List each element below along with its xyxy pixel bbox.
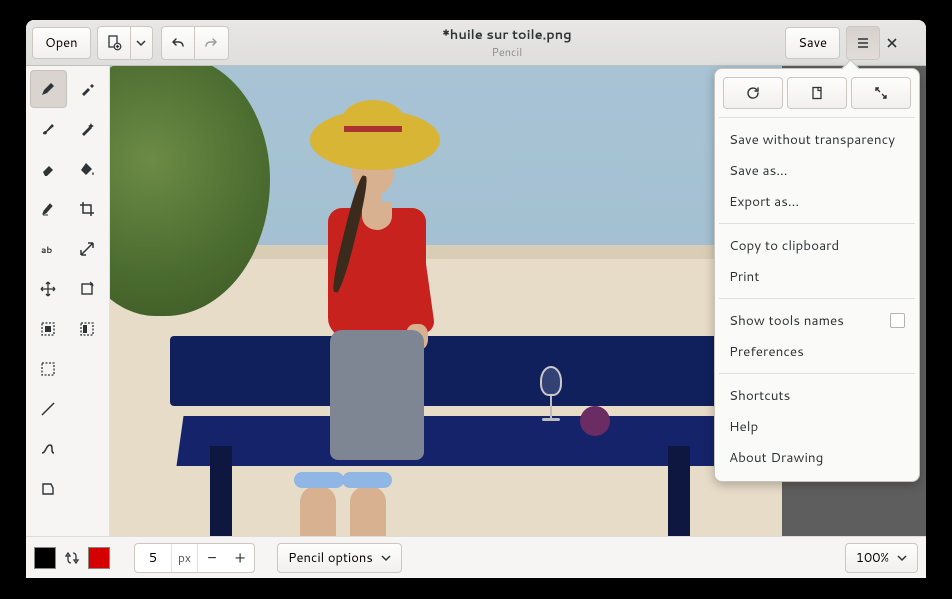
painting-content xyxy=(110,66,782,536)
tool-move[interactable] xyxy=(30,270,67,308)
swap-colors-button[interactable] xyxy=(64,550,80,566)
open-button[interactable]: Open xyxy=(32,27,91,59)
tool-text[interactable]: ab xyxy=(30,230,67,268)
title-center: *huile sur toile.png Pencil xyxy=(229,26,786,60)
menu-help[interactable]: Help xyxy=(723,411,911,442)
tool-blank2 xyxy=(69,390,106,428)
filename-label: *huile sur toile.png xyxy=(229,26,786,44)
bottom-bar: px − + Pencil options 100% xyxy=(26,536,926,578)
menu-show-tool-names[interactable]: Show tools names xyxy=(723,305,911,336)
tool-brush[interactable] xyxy=(30,110,67,148)
chevron-down-icon xyxy=(136,38,146,48)
size-increase[interactable]: + xyxy=(226,544,254,572)
rotate-icon xyxy=(79,281,95,297)
tool-select-free[interactable] xyxy=(30,350,67,388)
titlebar: Open *huile sur toile.png Pencil Save xyxy=(26,20,926,66)
menu-show-tool-names-label: Show tools names xyxy=(729,311,844,330)
undo-redo-group xyxy=(161,26,229,60)
tool-fill[interactable] xyxy=(69,150,106,188)
tool-shape[interactable] xyxy=(30,470,67,508)
zoom-dropdown[interactable]: 100% xyxy=(845,543,918,573)
checkbox-unchecked-icon xyxy=(890,313,905,328)
main-menu-popover: Save without transparency Save as… Expor… xyxy=(714,68,920,482)
tool-filters[interactable] xyxy=(69,310,106,348)
size-unit: px xyxy=(171,544,198,572)
new-image-dropdown[interactable] xyxy=(131,26,153,60)
scale-icon xyxy=(79,241,95,257)
tool-blank xyxy=(69,350,106,388)
tool-eraser[interactable] xyxy=(30,150,67,188)
save-button[interactable]: Save xyxy=(785,27,840,59)
redo-icon xyxy=(204,36,218,50)
menu-reload-button[interactable] xyxy=(723,77,783,109)
pencil-icon xyxy=(40,81,56,97)
shape-icon xyxy=(40,481,56,497)
chevron-down-icon xyxy=(381,553,391,563)
crop-icon xyxy=(79,201,95,217)
hamburger-menu-button[interactable] xyxy=(846,26,880,60)
close-icon xyxy=(886,37,898,49)
canvas[interactable] xyxy=(110,66,782,536)
menu-save-no-transparency[interactable]: Save without transparency xyxy=(723,124,911,155)
new-image-split xyxy=(97,26,153,60)
tool-options-label: Pencil options xyxy=(288,549,373,567)
highlighter-icon xyxy=(40,201,56,217)
select-free-icon xyxy=(40,361,56,377)
app-window: Open *huile sur toile.png Pencil Save xyxy=(26,20,926,578)
tool-curve[interactable] xyxy=(30,430,67,468)
hamburger-icon xyxy=(856,36,870,50)
curve-icon xyxy=(40,441,56,457)
size-input-group: px − + xyxy=(134,543,255,573)
chevron-down-icon xyxy=(897,553,907,563)
bucket-icon xyxy=(79,161,95,177)
menu-fullscreen-button[interactable] xyxy=(851,77,911,109)
primary-color-swatch[interactable] xyxy=(34,547,56,569)
tool-scale[interactable] xyxy=(69,230,106,268)
wand-icon xyxy=(79,121,95,137)
tool-rotate[interactable] xyxy=(69,270,106,308)
select-rect-icon xyxy=(40,321,56,337)
tool-select-rect[interactable] xyxy=(30,310,67,348)
menu-image-props-button[interactable] xyxy=(787,77,847,109)
zoom-label: 100% xyxy=(856,549,889,567)
menu-shortcuts[interactable]: Shortcuts xyxy=(723,380,911,411)
reload-icon xyxy=(746,86,760,100)
secondary-color-swatch[interactable] xyxy=(88,547,110,569)
eyedropper-icon xyxy=(79,81,95,97)
filters-icon xyxy=(79,321,95,337)
tool-options-dropdown[interactable]: Pencil options xyxy=(277,543,402,573)
tool-highlighter[interactable] xyxy=(30,190,67,228)
text-icon: ab xyxy=(40,241,56,257)
tool-subtitle: Pencil xyxy=(229,44,786,60)
tool-wand[interactable] xyxy=(69,110,106,148)
eraser-icon xyxy=(40,161,56,177)
undo-button[interactable] xyxy=(161,26,195,60)
size-decrease[interactable]: − xyxy=(198,544,226,572)
tool-crop[interactable] xyxy=(69,190,106,228)
brush-icon xyxy=(40,121,56,137)
page-icon xyxy=(810,86,824,100)
move-icon xyxy=(40,281,56,297)
redo-button[interactable] xyxy=(195,26,229,60)
svg-text:ab: ab xyxy=(41,243,52,256)
undo-icon xyxy=(171,36,185,50)
toolbox: ab xyxy=(26,66,110,536)
menu-preferences[interactable]: Preferences xyxy=(723,336,911,367)
menu-export-as[interactable]: Export as… xyxy=(723,186,911,217)
menu-copy-clipboard[interactable]: Copy to clipboard xyxy=(723,230,911,261)
size-input[interactable] xyxy=(135,549,171,567)
tool-eyedropper[interactable] xyxy=(69,70,106,108)
tool-pencil[interactable] xyxy=(30,70,67,108)
tool-blank3 xyxy=(69,430,106,468)
fullscreen-icon xyxy=(874,86,888,100)
menu-about[interactable]: About Drawing xyxy=(723,442,911,473)
new-image-button[interactable] xyxy=(97,26,131,60)
document-new-icon xyxy=(106,35,122,51)
menu-save-as[interactable]: Save as… xyxy=(723,155,911,186)
line-icon xyxy=(40,401,56,417)
close-window-button[interactable] xyxy=(886,26,920,60)
swap-icon xyxy=(64,550,80,566)
menu-print[interactable]: Print xyxy=(723,261,911,292)
tool-line[interactable] xyxy=(30,390,67,428)
